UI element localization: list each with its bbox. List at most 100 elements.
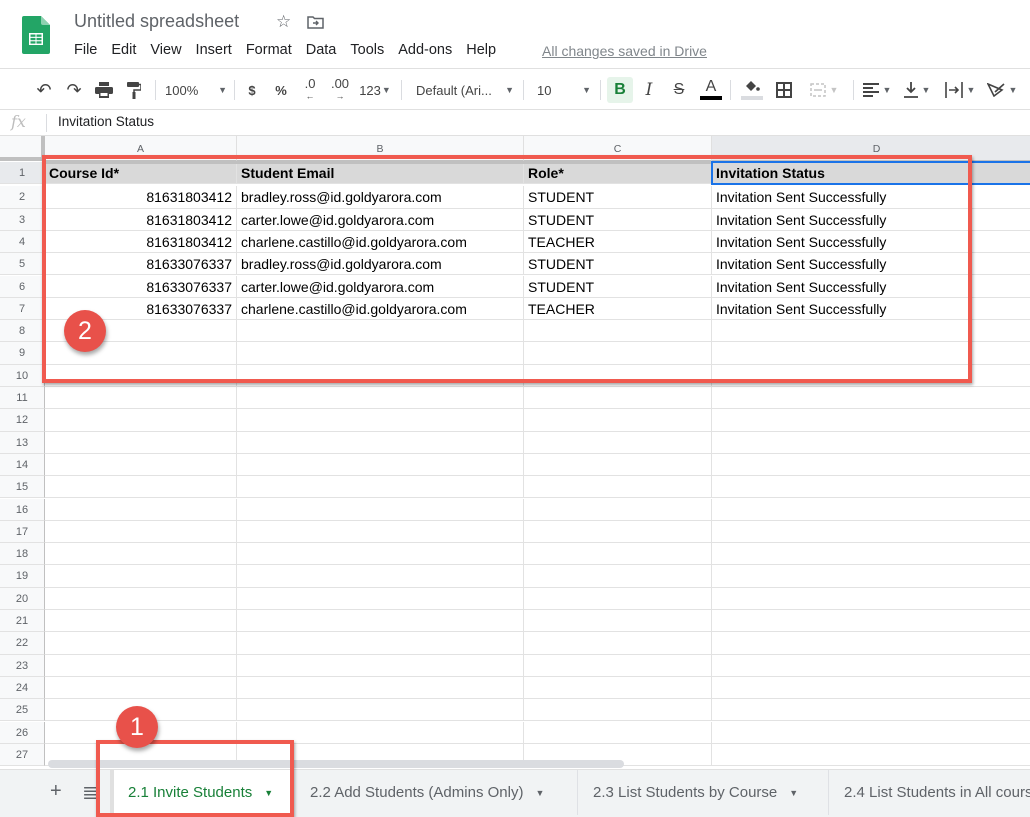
italic-button[interactable]: I — [638, 77, 660, 103]
row-header[interactable]: 16 — [0, 498, 45, 521]
table-cell[interactable] — [524, 409, 712, 432]
table-cell[interactable] — [712, 677, 1030, 700]
table-cell[interactable]: 81633076337 — [45, 253, 237, 276]
vertical-align-icon[interactable]: ▼ — [900, 77, 934, 103]
bold-button[interactable]: B — [607, 77, 633, 103]
table-cell[interactable]: Invitation Sent Successfully — [712, 276, 1030, 298]
table-cell[interactable] — [237, 699, 524, 722]
menu-help[interactable]: Help — [466, 42, 496, 58]
add-sheet-icon[interactable]: + — [50, 780, 62, 803]
table-cell[interactable]: charlene.castillo@id.goldyarora.com — [237, 230, 524, 254]
sheet-tab-list-by-course[interactable]: 2.3 List Students by Course ▼ — [579, 770, 829, 815]
row-header[interactable]: 2 — [0, 186, 45, 209]
table-cell[interactable] — [524, 654, 712, 677]
table-cell[interactable] — [712, 722, 1030, 744]
table-cell[interactable] — [524, 587, 712, 610]
save-status-link[interactable]: All changes saved in Drive — [542, 43, 707, 59]
decrease-decimal-button[interactable]: .0 ← — [299, 77, 321, 103]
table-cell[interactable]: Invitation Sent Successfully — [712, 209, 1030, 231]
table-cell[interactable] — [237, 543, 524, 566]
table-cell[interactable] — [45, 676, 237, 700]
table-cell[interactable] — [712, 342, 1030, 365]
table-cell[interactable]: Invitation Sent Successfully — [712, 231, 1030, 254]
table-cell[interactable] — [237, 676, 524, 700]
select-all-corner[interactable] — [0, 136, 45, 161]
row-header[interactable]: 7 — [0, 297, 45, 321]
table-cell[interactable] — [712, 744, 1030, 767]
table-cell[interactable] — [524, 520, 712, 544]
table-cell[interactable]: charlene.castillo@id.goldyarora.com — [237, 297, 524, 321]
font-family-select[interactable]: Default (Ari... ▼ — [416, 77, 514, 103]
menu-tools[interactable]: Tools — [350, 42, 384, 58]
table-cell[interactable] — [712, 610, 1030, 633]
table-cell[interactable] — [524, 498, 712, 521]
row-header[interactable]: 1 — [0, 162, 45, 185]
sheet-tab-invite-students[interactable]: 2.1 Invite Students ▼ — [110, 770, 292, 815]
table-cell[interactable] — [712, 454, 1030, 477]
text-wrapping-icon[interactable]: ▼ — [942, 77, 978, 103]
table-cell[interactable] — [45, 409, 237, 432]
paint-format-icon[interactable] — [122, 77, 146, 103]
table-cell[interactable] — [712, 565, 1030, 588]
column-header-d[interactable]: D — [712, 136, 1030, 161]
table-cell[interactable]: 81631803412 — [45, 230, 237, 254]
redo-icon[interactable]: ↷ — [62, 77, 86, 103]
table-cell[interactable] — [712, 699, 1030, 722]
horizontal-align-icon[interactable]: ▼ — [860, 77, 894, 103]
table-cell[interactable] — [237, 654, 524, 677]
table-cell[interactable]: STUDENT — [524, 208, 712, 231]
table-cell[interactable] — [45, 654, 237, 677]
table-cell[interactable] — [712, 387, 1030, 410]
formula-input[interactable]: Invitation Status — [58, 114, 154, 129]
row-header[interactable]: 8 — [0, 320, 45, 343]
row-header[interactable]: 14 — [0, 453, 45, 477]
row-header[interactable]: 26 — [0, 721, 45, 744]
table-cell[interactable] — [45, 610, 237, 633]
row-header[interactable]: 24 — [0, 676, 45, 700]
table-cell[interactable]: bradley.ross@id.goldyarora.com — [237, 186, 524, 209]
table-cell[interactable]: TEACHER — [524, 230, 712, 254]
table-cell[interactable] — [237, 565, 524, 588]
table-cell[interactable] — [237, 721, 524, 744]
header-cell[interactable]: Invitation Status — [711, 160, 1030, 186]
table-cell[interactable] — [712, 476, 1030, 499]
table-cell[interactable] — [712, 499, 1030, 521]
table-cell[interactable]: 81631803412 — [45, 186, 237, 209]
sheet-tab-list-all-courses[interactable]: 2.4 List Students in All courses — [830, 770, 1030, 815]
table-cell[interactable]: carter.lowe@id.goldyarora.com — [237, 275, 524, 298]
menu-format[interactable]: Format — [246, 42, 292, 58]
row-header[interactable]: 10 — [0, 364, 45, 387]
zoom-select[interactable]: 100% ▼ — [165, 77, 227, 103]
currency-format-button[interactable]: $ — [242, 77, 262, 103]
table-cell[interactable] — [237, 610, 524, 633]
column-header-b[interactable]: B — [237, 136, 524, 161]
row-header[interactable]: 13 — [0, 431, 45, 454]
undo-icon[interactable]: ↶ — [32, 77, 56, 103]
table-cell[interactable]: 81631803412 — [45, 208, 237, 231]
table-cell[interactable]: carter.lowe@id.goldyarora.com — [237, 208, 524, 231]
row-header[interactable]: 21 — [0, 610, 45, 633]
table-cell[interactable] — [524, 476, 712, 499]
row-header[interactable]: 11 — [0, 387, 45, 410]
table-cell[interactable] — [45, 387, 237, 410]
table-cell[interactable]: STUDENT — [524, 275, 712, 298]
row-header[interactable]: 23 — [0, 654, 45, 677]
more-formats-button[interactable]: 123 ▼ — [357, 77, 393, 103]
table-cell[interactable] — [45, 431, 237, 454]
row-header[interactable]: 25 — [0, 699, 45, 722]
menu-file[interactable]: File — [74, 42, 97, 58]
row-header[interactable]: 19 — [0, 565, 45, 588]
chevron-down-icon[interactable]: ▼ — [535, 788, 544, 798]
table-cell[interactable] — [712, 632, 1030, 655]
menu-addons[interactable]: Add-ons — [398, 42, 452, 58]
header-cell[interactable]: Course Id* — [45, 162, 237, 185]
table-cell[interactable]: 81633076337 — [45, 275, 237, 298]
table-cell[interactable] — [237, 387, 524, 410]
table-cell[interactable] — [237, 431, 524, 454]
table-cell[interactable] — [712, 365, 1030, 387]
table-cell[interactable] — [524, 565, 712, 588]
text-color-button[interactable]: A — [699, 77, 723, 103]
sheet-tab-add-students[interactable]: 2.2 Add Students (Admins Only) ▼ — [296, 770, 578, 815]
menu-edit[interactable]: Edit — [111, 42, 136, 58]
table-cell[interactable] — [237, 342, 524, 365]
